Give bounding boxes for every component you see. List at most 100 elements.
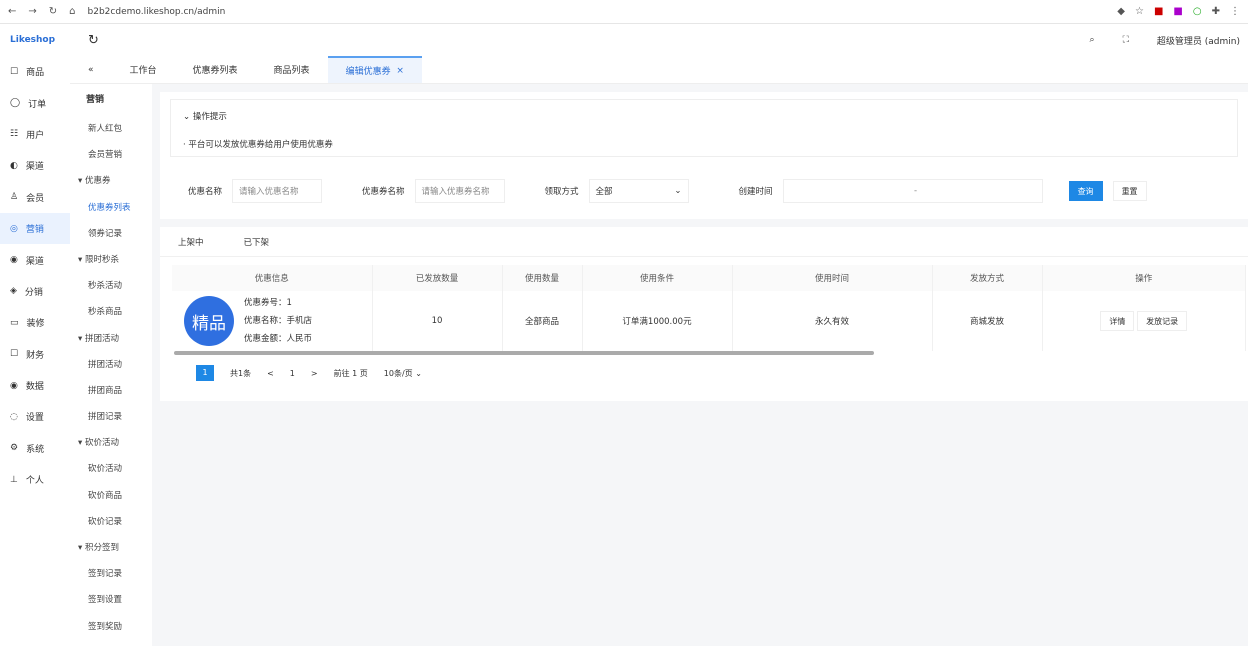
submenu-item[interactable]: 优惠券列表 [70, 195, 152, 221]
issue-record-button[interactable]: 发放记录 [1137, 311, 1188, 331]
submenu-item[interactable]: 拼团商品 [70, 378, 152, 404]
forward-icon[interactable]: → [28, 6, 36, 17]
puzzle-icon[interactable]: ✚ [1212, 6, 1220, 17]
menu-icon: ◉ [10, 255, 18, 266]
submenu-label: 砍价记录 [88, 516, 123, 527]
primary-sidebar: Likeshop ☐ 商品 ◯ 订单 ☷ 用户 ◐ 渠道 ♙ 会员 ◎ 营销 ◉ 渠道 ◈ 分销 ▭ 装修 ☐ 财务 ◉… [0, 24, 70, 646]
extension-icon[interactable]: ■ [1173, 6, 1182, 17]
sidebar-item[interactable]: ☐ 商品 [0, 56, 70, 87]
sidebar-item[interactable]: ◯ 订单 [0, 87, 70, 118]
sidebar-item[interactable]: ☷ 用户 [0, 119, 70, 150]
sidebar-item[interactable]: ♙ 会员 [0, 182, 70, 213]
caret-down-icon: ▾ [78, 176, 83, 187]
submenu-group[interactable]: ▾ 拼团活动 [70, 326, 152, 352]
submenu-item[interactable]: 签到记录 [70, 561, 152, 587]
submenu-item[interactable]: 领券记录 [70, 221, 152, 247]
reload-icon[interactable]: ↻ [49, 6, 57, 17]
sidebar-item[interactable]: ⊥ 个人 [0, 464, 70, 495]
query-button[interactable]: 查询 [1068, 181, 1103, 201]
submenu-item[interactable]: 签到设置 [70, 587, 152, 613]
top-bar: ↻ ⌕ ⛶ 超级管理员 (admin) [70, 24, 1248, 56]
page-1[interactable]: 1 [196, 365, 214, 381]
refresh-icon[interactable]: ↻ [88, 33, 99, 48]
page-size-select[interactable]: 10条/页 ⌄ [384, 368, 422, 379]
menu-icon: ☐ [10, 349, 19, 360]
prev-page[interactable]: < [267, 369, 274, 378]
menu-icon[interactable]: ⋮ [1230, 6, 1240, 17]
submenu-label: 优惠券列表 [88, 202, 131, 213]
sidebar-item-label: 分销 [24, 287, 43, 298]
star-icon[interactable]: ☆ [1135, 6, 1144, 17]
submenu-label: 拼团活动 [84, 333, 119, 344]
menu-icon: ⊥ [10, 474, 18, 485]
close-icon[interactable]: × [396, 66, 404, 76]
sidebar-item[interactable]: ◐ 渠道 [0, 150, 70, 181]
sidebar-item[interactable]: ☐ 财务 [0, 339, 70, 370]
coupon-input[interactable]: 请输入优惠券名称 [414, 179, 505, 203]
collapse-icon[interactable]: « [70, 56, 112, 83]
submenu-label: 积分签到 [84, 543, 119, 553]
page-size: 10条/页 [383, 368, 413, 378]
sidebar-item[interactable]: ◉ 渠道 [0, 244, 70, 275]
submenu-label: 签到奖励 [88, 621, 123, 632]
user-name[interactable]: 超级管理员 (admin) [1157, 34, 1240, 47]
tab-on-sale[interactable]: 上架中 [178, 236, 204, 248]
submenu-item[interactable]: 会员营销 [70, 142, 152, 168]
submenu-item[interactable]: 秒杀商品 [70, 299, 152, 325]
used-count: 全部商品 [502, 291, 583, 351]
date-separator: - [914, 186, 918, 196]
goto-input[interactable]: 1 [352, 369, 357, 378]
extension-icon[interactable]: ○ [1193, 6, 1202, 17]
coupon-label: 优惠券名称 [362, 187, 405, 197]
tab-coupon-list[interactable]: 优惠券列表 [175, 56, 256, 83]
next-page[interactable]: > [311, 369, 318, 378]
reset-button[interactable]: 重置 [1112, 181, 1147, 201]
submenu-group[interactable]: ▾ 限时秒杀 [70, 247, 152, 273]
submenu-item[interactable]: 秒杀活动 [70, 273, 152, 299]
extension-icon[interactable]: ◆ [1117, 6, 1125, 17]
col-header: 发放方式 [932, 265, 1043, 291]
date-range-input[interactable]: - [782, 179, 1043, 203]
submenu-group[interactable]: ▾ 积分签到 [70, 535, 152, 561]
search-icon[interactable]: ⌕ [1090, 35, 1095, 45]
method-select[interactable]: 全部 ⌄ [588, 179, 689, 203]
tab-workbench[interactable]: 工作台 [112, 56, 175, 83]
coupon-image: 精品 [184, 296, 234, 346]
sidebar-item[interactable]: ▭ 装修 [0, 307, 70, 338]
sidebar-item[interactable]: ◉ 数据 [0, 370, 70, 401]
submenu-label: 秒杀商品 [88, 307, 123, 318]
submenu-item[interactable]: 砍价活动 [70, 456, 152, 482]
home-icon[interactable]: ⌂ [69, 6, 75, 17]
tab-edit-coupon[interactable]: 编辑优惠券 × [327, 56, 422, 83]
name-input[interactable]: 请输入优惠名称 [232, 179, 323, 203]
url-bar[interactable]: b2b2cdemo.likeshop.cn/admin [88, 7, 1106, 17]
fullscreen-icon[interactable]: ⛶ [1123, 35, 1129, 45]
submenu-item[interactable]: 砍价记录 [70, 509, 152, 535]
coupon-name: 优惠名称：手机店 [244, 316, 313, 326]
tab-goods-list[interactable]: 商品列表 [256, 56, 328, 83]
col-header: 使用时间 [732, 265, 933, 291]
sidebar-item[interactable]: ⚙ 系统 [0, 433, 70, 464]
submenu-item[interactable]: 拼团记录 [70, 404, 152, 430]
sidebar-item[interactable]: ◎ 营销 [0, 212, 70, 245]
submenu-item[interactable]: 签到奖励 [70, 614, 152, 640]
submenu-label: 限时秒杀 [84, 254, 119, 265]
sidebar-item[interactable]: ◌ 设置 [0, 401, 70, 432]
tab-off-sale[interactable]: 已下架 [244, 236, 270, 248]
tips-title[interactable]: ⌄ 操作提示 [183, 110, 1225, 122]
submenu-label: 拼团活动 [88, 359, 123, 370]
detail-button[interactable]: 详情 [1100, 311, 1135, 331]
submenu-group[interactable]: ▾ 优惠券 [70, 168, 152, 194]
submenu-item[interactable]: 新人红包 [70, 116, 152, 142]
col-header: 优惠信息 [172, 265, 373, 291]
back-icon[interactable]: ← [8, 6, 16, 17]
extension-icon[interactable]: ■ [1154, 6, 1163, 17]
submenu-item[interactable]: 拼团活动 [70, 352, 152, 378]
current-page[interactable]: 1 [290, 369, 295, 378]
menu-icon: ♙ [10, 192, 19, 203]
caret-down-icon: ▾ [78, 543, 83, 553]
submenu-group[interactable]: ▾ 砍价活动 [70, 430, 152, 456]
caret-down-icon: ▾ [78, 254, 83, 265]
submenu-item[interactable]: 砍价商品 [70, 483, 152, 509]
sidebar-item[interactable]: ◈ 分销 [0, 276, 70, 307]
